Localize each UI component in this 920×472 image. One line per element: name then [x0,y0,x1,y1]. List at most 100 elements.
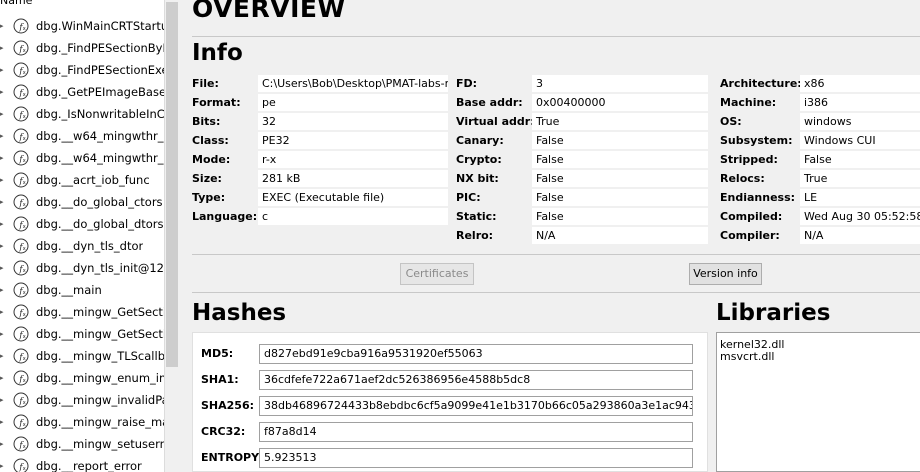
info-value: False [532,189,708,206]
function-icon: fx [13,370,29,386]
function-icon: fx [13,18,29,34]
library-item[interactable]: msvcrt.dll [720,351,920,363]
function-name: dbg._IsNonwritableInCurrentImage [36,107,164,121]
info-value: Wed Aug 30 05:52:58 2 [800,208,920,225]
info-label: NX bit: [456,171,499,185]
function-list-item[interactable]: ▸fx dbg._FindPESectionByName [0,37,164,59]
function-list-item[interactable]: ▸ f x dbg.__acrt_iob_func [0,169,164,191]
expand-arrow-icon[interactable]: ▸ [0,352,12,360]
function-list-item[interactable]: ▸fx dbg.__mingw_GetSectionCount [0,301,164,323]
function-list-item[interactable]: ▸ f x dbg.__report_error [0,455,164,472]
info-label: Static: [456,209,497,223]
svg-text:x: x [23,224,26,230]
function-icon: fx [13,348,29,364]
info-value: False [532,132,708,149]
name-column-header[interactable]: Name [0,0,32,8]
sidebar-scroll-thumb[interactable] [166,2,178,367]
function-list-item[interactable]: ▸fx dbg.__mingw_GetSectionForAddress [0,323,164,345]
expand-arrow-icon[interactable]: ▸ [0,22,12,30]
expand-arrow-icon[interactable]: ▸ [0,308,12,316]
info-label: Virtual addr: [456,114,535,128]
function-icon: fx [13,84,29,100]
expand-arrow-icon[interactable]: ▸ [0,396,12,404]
expand-arrow-icon[interactable]: ▸ [0,132,12,140]
function-list-item[interactable]: ▸fx dbg.__mingw_raise_matherr [0,411,164,433]
function-icon: fx [13,150,29,166]
svg-text:x: x [23,422,26,428]
libraries-list[interactable]: kernel32.dll msvcrt.dll [716,332,920,472]
info-value: r-x [258,151,448,168]
expand-arrow-icon[interactable]: ▸ [0,198,12,206]
version-info-button[interactable]: Version info [689,263,762,285]
info-label: PIC: [456,190,481,204]
function-list-item[interactable]: ▸ f x dbg.__dyn_tls_init@12 [0,257,164,279]
svg-text:x: x [23,180,26,186]
function-name: dbg.__dyn_tls_init@12 [36,261,164,275]
hash-value-field[interactable]: 36cdfefe722a671aef2dc526386956e4588b5dc8 [259,370,693,390]
expand-arrow-icon[interactable]: ▸ [0,220,12,228]
expand-arrow-icon[interactable]: ▸ [0,374,12,382]
info-divider [192,254,920,255]
function-name: dbg.__w64_mingwthr_add_key_dtor [36,129,164,143]
function-list-item[interactable]: ▸fx dbg._IsNonwritableInCurrentImage [0,103,164,125]
function-icon: fx [13,62,29,78]
info-label: Endianness: [720,190,796,204]
hash-value-field[interactable]: 38db46896724433b8ebdbc6cf5a9099e41e1b317… [259,396,693,416]
info-label: Mode: [192,152,231,166]
function-list-item[interactable]: ▸fx dbg.__w64_mingwthr_remove_key_dtor [0,147,164,169]
hashes-section-title: Hashes [192,300,287,326]
hash-value-field[interactable]: 5.923513 [259,448,693,468]
expand-arrow-icon[interactable]: ▸ [0,88,12,96]
info-label: Relro: [456,228,494,242]
svg-text:x: x [23,268,26,274]
function-icon: fx [13,458,29,472]
function-list-item[interactable]: ▸fx dbg.__mingw_invalidParameterHandler [0,389,164,411]
certificates-button[interactable]: Certificates [400,263,474,285]
function-name: dbg.__do_global_dtors [36,217,164,231]
function-icon: fx [13,282,29,298]
function-name: dbg.__dyn_tls_dtor [36,239,144,253]
hash-label: SHA256: [201,399,255,412]
expand-arrow-icon[interactable]: ▸ [0,110,12,118]
function-list-item[interactable]: ▸fx dbg.__w64_mingwthr_add_key_dtor [0,125,164,147]
expand-arrow-icon[interactable]: ▸ [0,286,12,294]
function-list-item[interactable]: ▸fx dbg.__mingw_TLScallback [0,345,164,367]
info-label: Compiled: [720,209,783,223]
function-list-item[interactable]: ▸ f x dbg.__dyn_tls_dtor [0,235,164,257]
sidebar-scrollbar[interactable] [164,0,178,472]
hash-value-field[interactable]: d827ebd91e9cba916a9531920ef55063 [259,344,693,364]
function-name: dbg.__main [36,283,102,297]
function-icon: fx [13,238,29,254]
expand-arrow-icon[interactable]: ▸ [0,418,12,426]
expand-arrow-icon[interactable]: ▸ [0,242,12,250]
expand-arrow-icon[interactable]: ▸ [0,176,12,184]
function-list-item[interactable]: ▸ f x dbg.__do_global_ctors [0,191,164,213]
expand-arrow-icon[interactable]: ▸ [0,330,12,338]
expand-arrow-icon[interactable]: ▸ [0,44,12,52]
hash-value-field[interactable]: f87a8d14 [259,422,693,442]
title-divider [192,36,920,37]
expand-arrow-icon[interactable]: ▸ [0,66,12,74]
hash-label: ENTROPY: [201,451,263,464]
function-icon: fx [13,436,29,452]
expand-arrow-icon[interactable]: ▸ [0,440,12,448]
function-icon: fx [13,414,29,430]
svg-text:x: x [23,290,26,296]
info-label: Language: [192,209,258,223]
function-name: dbg._FindPESectionExec [36,63,164,77]
expand-arrow-icon[interactable]: ▸ [0,462,12,470]
function-list-item[interactable]: ▸ f x dbg._FindPESectionExec [0,59,164,81]
function-list-item[interactable]: ▸ f x dbg.__do_global_dtors [0,213,164,235]
page-title: OVERVIEW [192,0,346,23]
info-value: False [532,151,708,168]
info-value: x86 [800,75,920,92]
function-list-item[interactable]: ▸fx dbg.__mingw_enum_import_library_names [0,367,164,389]
expand-arrow-icon[interactable]: ▸ [0,154,12,162]
function-icon: fx [13,392,29,408]
function-list-item[interactable]: ▸fx dbg.__mingw_setusermatherr [0,433,164,455]
function-list-item[interactable]: ▸ f x dbg._GetPEImageBase [0,81,164,103]
function-icon: fx [13,106,29,122]
function-list-item[interactable]: ▸ f x dbg.WinMainCRTStartup [0,15,164,37]
expand-arrow-icon[interactable]: ▸ [0,264,12,272]
function-list-item[interactable]: ▸ f x dbg.__main [0,279,164,301]
